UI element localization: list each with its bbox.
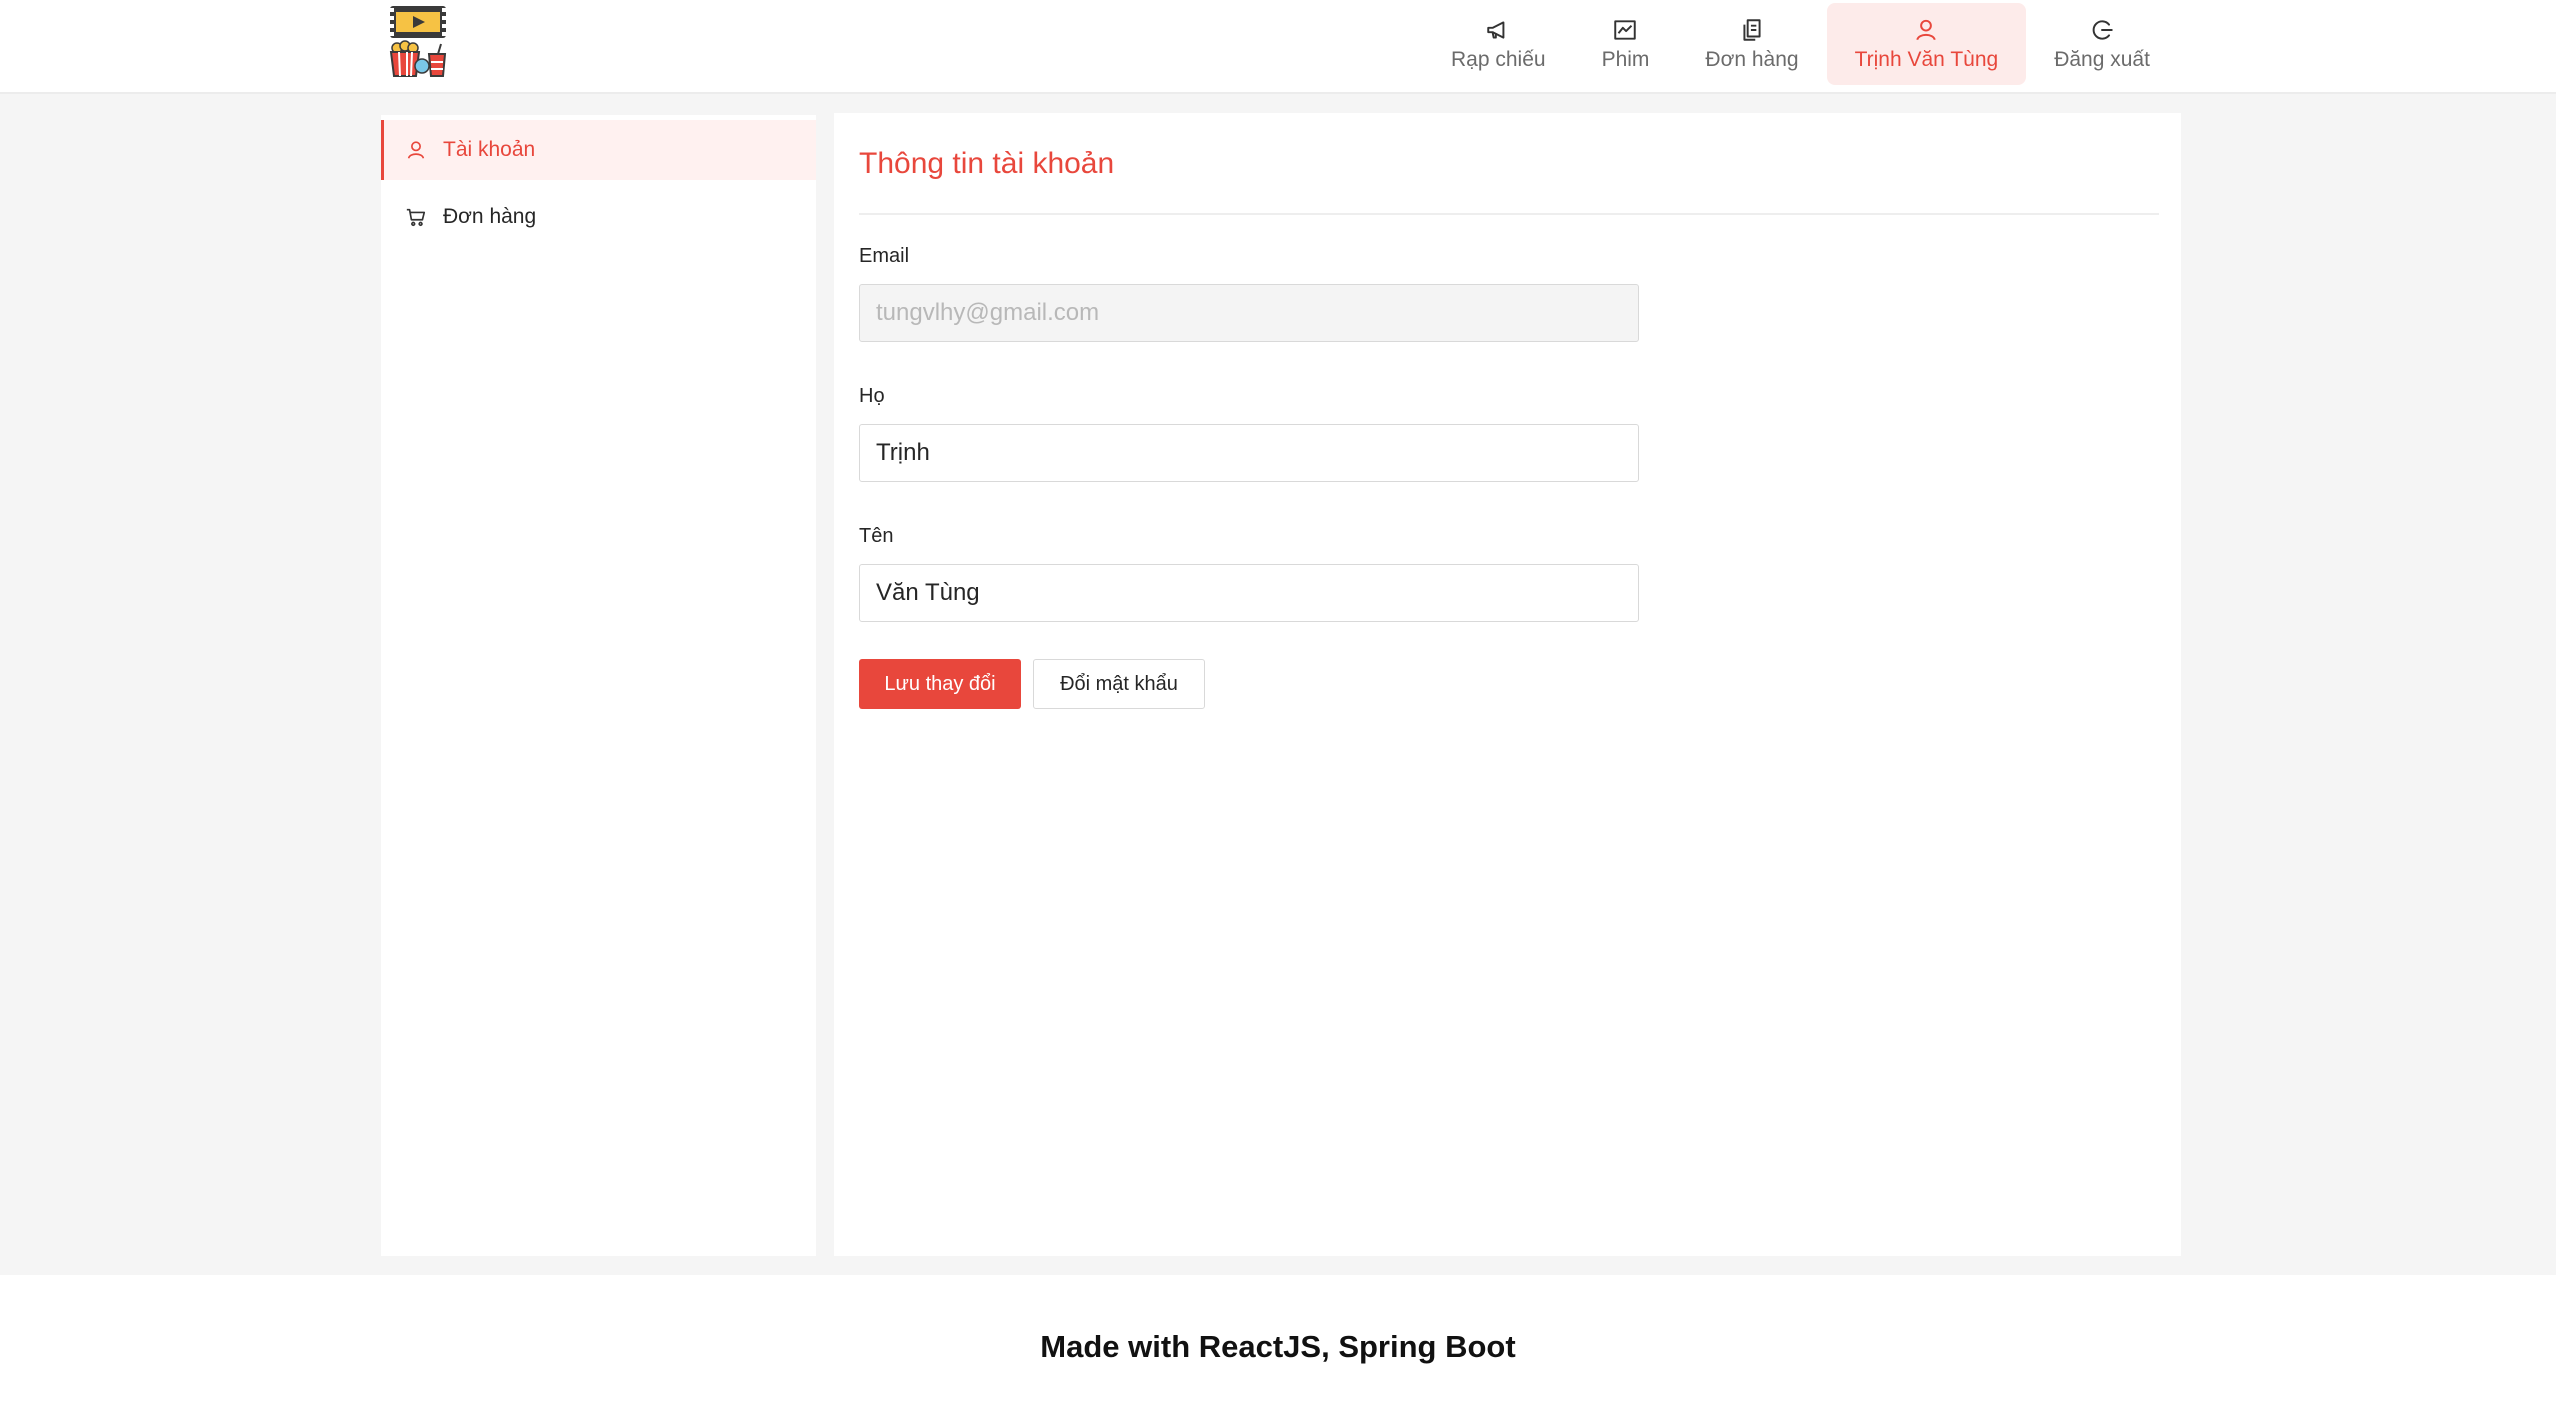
nav-label: Rạp chiếu	[1451, 47, 1546, 71]
nav-label: Phim	[1601, 47, 1650, 71]
nav-label: Đơn hàng	[1705, 47, 1799, 71]
last-name-field[interactable]	[859, 424, 1639, 482]
cinema-popcorn-logo-icon	[389, 6, 447, 77]
nav-label: Đăng xuất	[2054, 47, 2150, 71]
cinema-logo[interactable]	[387, 4, 449, 78]
email-field	[859, 284, 1639, 342]
nav-label: Trịnh Văn Tùng	[1854, 47, 1999, 71]
user-icon	[405, 139, 427, 161]
nav-phim[interactable]: Phim	[1574, 3, 1678, 85]
logout-icon	[2089, 17, 2115, 43]
cart-icon	[405, 206, 427, 228]
change-password-button[interactable]: Đổi mật khẩu	[1033, 659, 1205, 709]
footer-text: Made with ReactJS, Spring Boot	[1040, 1329, 1516, 1364]
footer: Made with ReactJS, Spring Boot	[0, 1275, 2556, 1411]
sidebar-item-orders[interactable]: Đơn hàng	[381, 187, 816, 247]
sidebar-item-label: Tài khoản	[443, 138, 536, 161]
nav-don-hang[interactable]: Đơn hàng	[1677, 3, 1826, 85]
first-name-label: Tên	[859, 525, 894, 547]
nav-rap-chieu[interactable]: Rạp chiếu	[1423, 3, 1574, 85]
megaphone-icon	[1485, 17, 1511, 43]
title-divider	[859, 213, 2159, 215]
account-sidebar: Tài khoản Đơn hàng	[381, 115, 816, 1256]
page-title: Thông tin tài khoản	[859, 147, 1115, 180]
main-nav: Rạp chiếu Phim Đơn hàng Trịnh Văn Tùng Đ…	[1423, 3, 2178, 85]
top-navbar: Rạp chiếu Phim Đơn hàng Trịnh Văn Tùng Đ…	[0, 0, 2556, 94]
nav-user-profile[interactable]: Trịnh Văn Tùng	[1826, 3, 2027, 85]
last-name-label: Họ	[859, 385, 885, 407]
chart-icon	[1612, 17, 1638, 43]
sidebar-item-account[interactable]: Tài khoản	[381, 120, 816, 180]
account-info-panel: Thông tin tài khoản Email Họ Tên Lưu tha…	[834, 113, 2181, 1256]
first-name-field[interactable]	[859, 564, 1639, 622]
nav-logout[interactable]: Đăng xuất	[2026, 3, 2178, 85]
email-label: Email	[859, 245, 910, 267]
save-changes-button[interactable]: Lưu thay đổi	[859, 659, 1021, 709]
document-copy-icon	[1739, 17, 1765, 43]
user-icon	[1913, 17, 1939, 43]
sidebar-item-label: Đơn hàng	[443, 205, 537, 228]
